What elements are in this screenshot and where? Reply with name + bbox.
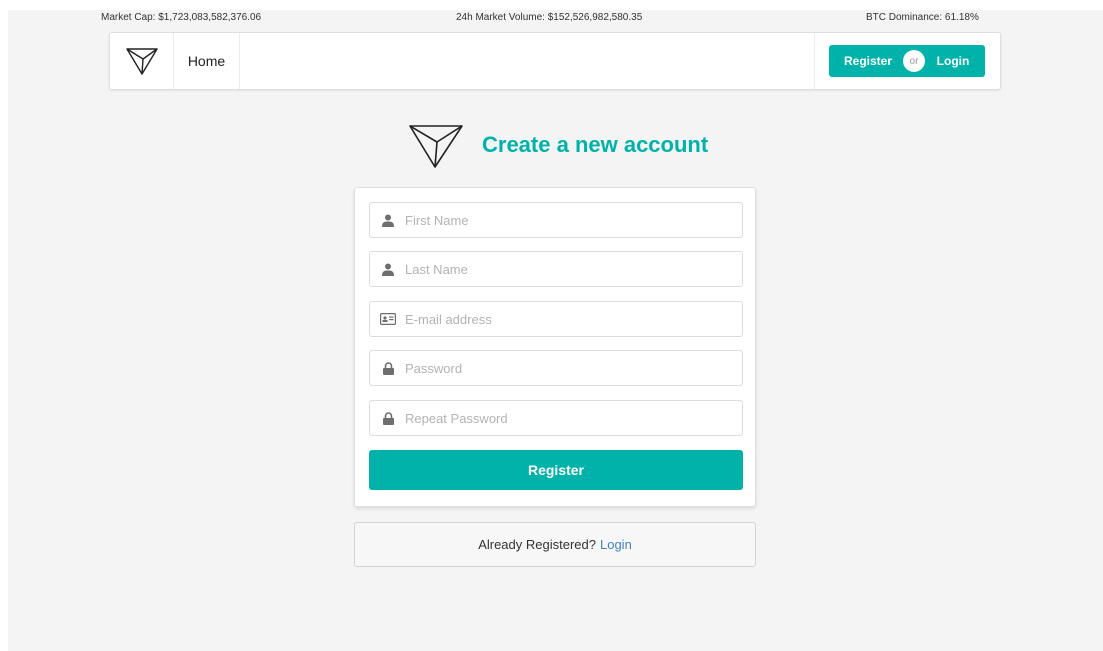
user-icon: [380, 261, 396, 277]
page-heading: Create a new account: [408, 120, 708, 170]
lock-icon: [380, 410, 396, 426]
id-card-icon: [380, 311, 396, 327]
repeat-password-input[interactable]: [405, 401, 735, 435]
or-divider: or: [903, 50, 925, 72]
auth-button-group: Register Login or: [829, 45, 985, 77]
nav-logo-link[interactable]: [110, 33, 174, 89]
market-ticker: Market Cap: $1,723,083,582,376.06 24h Ma…: [0, 12, 1103, 26]
register-form: Register: [354, 187, 756, 507]
repeat-password-field: [369, 400, 743, 436]
lock-icon: [380, 360, 396, 376]
triangle-logo-icon: [409, 125, 463, 168]
market-cap-text: Market Cap: $1,723,083,582,376.06: [101, 12, 262, 23]
triangle-logo-icon: [125, 48, 158, 75]
user-icon: [380, 212, 396, 228]
email-input[interactable]: [405, 302, 735, 336]
btc-dominance-text: BTC Dominance: 61.18%: [866, 12, 979, 23]
already-registered-message: Already Registered? Login: [354, 522, 756, 567]
nav-home-link[interactable]: Home: [174, 33, 240, 89]
login-link[interactable]: Login: [600, 537, 632, 552]
market-volume-text: 24h Market Volume: $152,526,982,580.35: [456, 12, 643, 23]
register-submit-button[interactable]: Register: [369, 450, 743, 490]
nav-register-button[interactable]: Register: [829, 45, 913, 77]
last-name-input[interactable]: [405, 252, 735, 286]
email-field: [369, 301, 743, 337]
first-name-field: [369, 202, 743, 238]
password-input[interactable]: [405, 351, 735, 385]
already-registered-text: Already Registered?: [478, 537, 596, 552]
last-name-field: [369, 251, 743, 287]
top-navbar: Home Register Login or: [109, 32, 1001, 90]
password-field: [369, 350, 743, 386]
first-name-input[interactable]: [405, 203, 735, 237]
nav-auth-area: Register Login or: [814, 33, 1000, 89]
page-title: Create a new account: [482, 132, 709, 157]
